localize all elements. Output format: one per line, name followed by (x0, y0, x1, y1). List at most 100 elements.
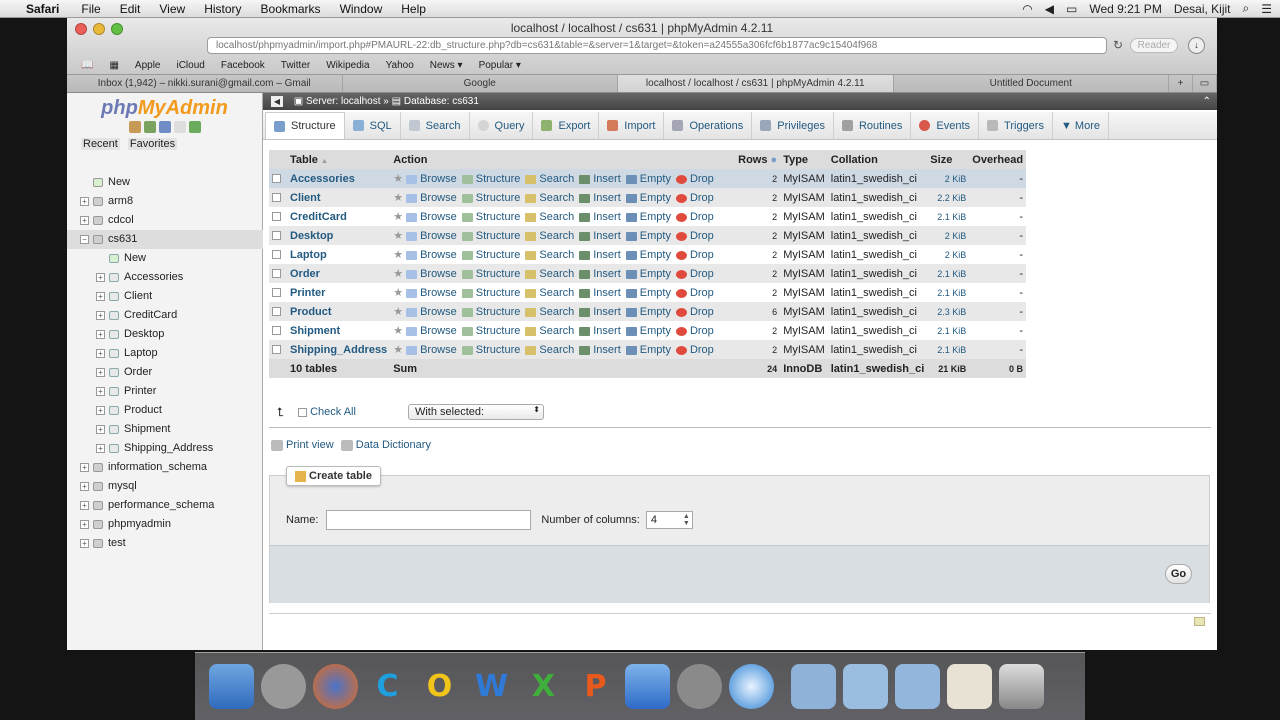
tree-table-creditcard[interactable]: + CreditCard (67, 306, 263, 325)
favorite-star-icon[interactable]: ★ (393, 268, 403, 280)
tree-table-client[interactable]: + Client (67, 287, 263, 306)
expand-icon[interactable]: + (80, 520, 89, 529)
tab-routines[interactable]: Routines (834, 112, 912, 139)
with-selected-select[interactable]: With selected: ⬍ (407, 404, 544, 420)
expand-icon[interactable]: + (96, 368, 105, 377)
expand-icon[interactable]: + (80, 501, 89, 510)
favorite-star-icon[interactable]: ★ (393, 249, 403, 261)
expand-icon[interactable]: + (96, 273, 105, 282)
empty-link[interactable]: Empty (625, 325, 671, 337)
notification-icon[interactable]: ☰ (1261, 2, 1272, 16)
size-link[interactable]: 2.1 KiB (927, 264, 970, 283)
expand-icon[interactable]: + (96, 387, 105, 396)
insert-link[interactable]: Insert (579, 249, 621, 261)
logout-icon[interactable] (143, 121, 156, 133)
tab-events[interactable]: Events (911, 112, 980, 139)
row-checkbox[interactable] (272, 345, 281, 355)
empty-link[interactable]: Empty (625, 306, 671, 318)
tree-new-database[interactable]: New (67, 173, 263, 192)
expand-icon[interactable]: + (96, 330, 105, 339)
empty-link[interactable]: Empty (625, 173, 671, 185)
expand-icon[interactable]: + (80, 197, 89, 206)
structure-link[interactable]: Structure (461, 192, 520, 204)
search-link[interactable]: Search (525, 173, 574, 185)
number-of-columns-stepper[interactable]: 4 ▲ ▼ (645, 511, 693, 529)
tree-table-desktop[interactable]: + Desktop (67, 325, 263, 344)
size-link[interactable]: 2.1 KiB (927, 207, 970, 226)
header-collation[interactable]: Collation (827, 150, 928, 169)
size-link[interactable]: 2 KiB (927, 169, 970, 188)
drop-link[interactable]: Drop (675, 344, 714, 356)
tab-import[interactable]: Import (599, 112, 665, 139)
recent-tab[interactable]: Recent (81, 138, 120, 150)
xcode-icon[interactable] (625, 664, 670, 709)
tree-db-cdcol[interactable]: + cdcol (67, 211, 263, 230)
row-checkbox[interactable] (272, 231, 281, 241)
tree-table-order[interactable]: + Order (67, 363, 263, 382)
favorite-star-icon[interactable]: ★ (393, 173, 403, 185)
tab-phpmyadmin[interactable]: localhost / localhost / cs631 | phpMyAdm… (618, 75, 894, 92)
back-arrow-icon[interactable]: ◀ (271, 95, 283, 107)
row-checkbox[interactable] (272, 288, 281, 298)
table-name-link[interactable]: Product (287, 302, 391, 321)
menu-window[interactable]: Window (340, 2, 383, 16)
table-name-link[interactable]: CreditCard (287, 207, 391, 226)
outlook-icon[interactable]: O (417, 664, 462, 709)
tree-new-table[interactable]: New (67, 249, 263, 268)
row-checkbox[interactable] (272, 250, 281, 260)
tab-privileges[interactable]: Privileges (752, 112, 834, 139)
expand-icon[interactable]: + (80, 216, 89, 225)
row-checkbox[interactable] (272, 212, 281, 222)
address-bar[interactable]: localhost/phpmyadmin/import.php#PMAURL-2… (207, 37, 1107, 54)
home-icon[interactable] (128, 121, 141, 133)
new-tab-button[interactable]: + (1169, 75, 1193, 92)
drop-link[interactable]: Drop (675, 230, 714, 242)
tab-untitled[interactable]: Untitled Document (894, 75, 1169, 92)
help-icon[interactable]: ● (771, 154, 778, 166)
drop-link[interactable]: Drop (675, 192, 714, 204)
tree-db-phpmyadmin[interactable]: + phpmyadmin (67, 515, 263, 534)
tree-db-information-schema[interactable]: + information_schema (67, 458, 263, 477)
tab-sql[interactable]: SQL (345, 112, 401, 139)
favorites-tab[interactable]: Favorites (127, 138, 178, 150)
reload-icon[interactable]: ↻ (1113, 38, 1123, 52)
favorite-star-icon[interactable]: ★ (393, 211, 403, 223)
favorite-star-icon[interactable]: ★ (393, 230, 403, 242)
row-checkbox[interactable] (272, 326, 281, 336)
insert-link[interactable]: Insert (579, 192, 621, 204)
expand-icon[interactable]: + (96, 292, 105, 301)
empty-link[interactable]: Empty (625, 211, 671, 223)
insert-link[interactable]: Insert (579, 287, 621, 299)
browse-link[interactable]: Browse (406, 173, 457, 185)
favorite-star-icon[interactable]: ★ (393, 325, 403, 337)
structure-link[interactable]: Structure (461, 211, 520, 223)
header-table[interactable]: Table ▲ (287, 150, 391, 169)
bookmark-facebook[interactable]: Facebook (221, 60, 265, 71)
sql-docs-icon[interactable] (173, 121, 186, 133)
search-link[interactable]: Search (525, 192, 574, 204)
menu-file[interactable]: File (81, 2, 100, 16)
expand-icon[interactable]: + (96, 349, 105, 358)
insert-link[interactable]: Insert (579, 325, 621, 337)
expand-icon[interactable]: + (80, 463, 89, 472)
downloads-folder-icon[interactable] (895, 664, 940, 709)
tab-export[interactable]: Export (533, 112, 600, 139)
menu-history[interactable]: History (204, 2, 241, 16)
favorite-star-icon[interactable]: ★ (393, 192, 403, 204)
bookmark-apple[interactable]: Apple (135, 60, 161, 71)
tree-table-shipment[interactable]: + Shipment (67, 420, 263, 439)
excel-icon[interactable]: X (521, 664, 566, 709)
tab-query[interactable]: Query (470, 112, 534, 139)
tab-search[interactable]: Search (401, 112, 470, 139)
structure-link[interactable]: Structure (461, 306, 520, 318)
insert-link[interactable]: Insert (579, 211, 621, 223)
data-dictionary-link[interactable]: Data Dictionary (356, 439, 431, 451)
firefox-icon[interactable] (313, 664, 358, 709)
bookmark-wikipedia[interactable]: Wikipedia (326, 60, 369, 71)
tree-db-arm8[interactable]: + arm8 (67, 192, 263, 211)
table-name-link[interactable]: Shipment (287, 321, 391, 340)
tab-operations[interactable]: Operations (664, 112, 753, 139)
lync-icon[interactable]: C (365, 664, 410, 709)
structure-link[interactable]: Structure (461, 173, 520, 185)
browse-link[interactable]: Browse (406, 211, 457, 223)
